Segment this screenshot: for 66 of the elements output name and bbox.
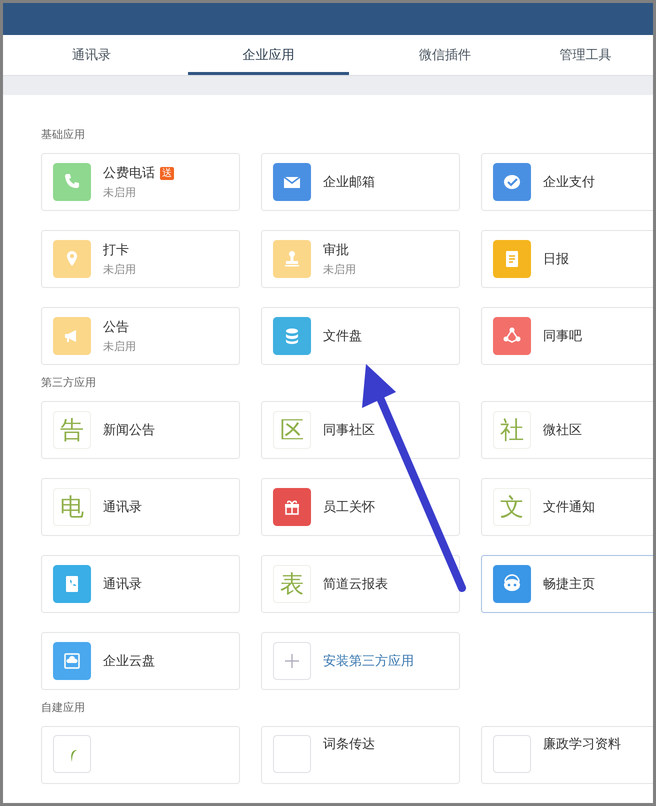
app-status: 未启用 (103, 262, 136, 277)
app-name: 通讯录 (103, 499, 142, 516)
section-heading: 自建应用 (41, 700, 86, 715)
app-card[interactable]: 企业支付 (481, 153, 653, 211)
app-card[interactable]: 公费电话 送 未启用 (41, 153, 240, 211)
gift-badge: 送 (160, 166, 174, 180)
app-card[interactable]: 廉政学习资料 (481, 726, 653, 784)
app-name: 词条传达 (323, 736, 375, 753)
app-card[interactable]: 安装第三方应用 (261, 632, 460, 690)
app-card[interactable]: 文件盘 (261, 307, 460, 365)
app-name: 廉政学习资料 (543, 736, 621, 753)
app-card[interactable] (41, 726, 240, 784)
app-card[interactable]: 企业邮箱 (261, 153, 460, 211)
app-name: 畅捷主页 (543, 576, 595, 593)
app-card[interactable]: 电 通讯录 (41, 478, 240, 536)
app-name: 微社区 (543, 422, 582, 439)
app-name: 新闻公告 (103, 422, 155, 439)
app-card[interactable]: 告 新闻公告 (41, 401, 240, 459)
app-icon (273, 735, 311, 773)
app-status: 未启用 (103, 185, 137, 200)
app-name: 企业邮箱 (323, 174, 375, 191)
app-name: 日报 (543, 251, 569, 268)
app-name: 同事社区 (323, 422, 375, 439)
app-name: 文件通知 (543, 499, 595, 516)
app-status: 未启用 (103, 339, 136, 354)
app-card[interactable]: 日报 (481, 230, 653, 288)
app-name: 企业支付 (543, 174, 595, 191)
app-status: 未启用 (323, 262, 356, 277)
app-card[interactable]: 公告 未启用 (41, 307, 240, 365)
tab[interactable]: 管理工具 (534, 35, 653, 75)
app-card[interactable]: 社 微社区 (481, 401, 653, 459)
tab[interactable]: 通讯录 (3, 35, 180, 75)
app-card[interactable]: 企业云盘 (41, 632, 240, 690)
app-name: 打卡 (103, 242, 129, 259)
app-card[interactable]: 表 简道云报表 (261, 555, 460, 613)
plus-icon (273, 642, 311, 680)
app-card[interactable]: 区 同事社区 (261, 401, 460, 459)
leaf-icon (53, 735, 91, 773)
app-name: 企业云盘 (103, 653, 155, 670)
app-name: 同事吧 (543, 328, 582, 345)
app-icon: 文 (493, 488, 531, 526)
app-card[interactable]: 词条传达 (261, 726, 460, 784)
app-card[interactable]: 同事吧 (481, 307, 653, 365)
app-name: 文件盘 (323, 328, 362, 345)
app-card[interactable]: 通讯录 (41, 555, 240, 613)
app-card[interactable]: 文 文件通知 (481, 478, 653, 536)
app-name: 通讯录 (103, 576, 142, 593)
section-heading: 第三方应用 (41, 375, 97, 390)
app-name: 公告 (103, 319, 129, 336)
app-card[interactable]: 员工关怀 (261, 478, 460, 536)
app-card[interactable]: 审批 未启用 (261, 230, 460, 288)
app-name: 审批 (323, 242, 349, 259)
app-name: 公费电话 (103, 165, 155, 182)
app-card[interactable]: 打卡 未启用 (41, 230, 240, 288)
app-icon: 区 (273, 411, 311, 449)
app-card[interactable]: 畅捷主页 (481, 555, 653, 613)
app-name: 员工关怀 (323, 499, 375, 516)
install-link[interactable]: 安装第三方应用 (323, 652, 414, 670)
tab[interactable]: 微信插件 (356, 35, 534, 75)
section-heading: 基础应用 (41, 127, 86, 142)
app-icon (493, 735, 531, 773)
app-icon: 告 (53, 411, 91, 449)
app-icon: 电 (53, 488, 91, 526)
app-icon: 社 (493, 411, 531, 449)
app-name: 简道云报表 (323, 576, 388, 593)
app-icon: 表 (273, 565, 311, 603)
